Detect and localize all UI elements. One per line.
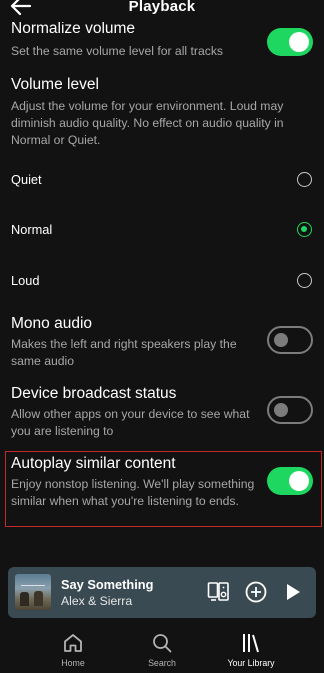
volume-level-description: Adjust the volume for your environment. … xyxy=(11,99,284,147)
nav-search[interactable]: Search xyxy=(117,624,207,673)
autoplay-description: Enjoy nonstop listening. We'll play some… xyxy=(11,477,255,508)
autoplay-title: Autoplay similar content xyxy=(11,455,176,472)
top-bar: Playback xyxy=(0,0,324,22)
nav-home-label: Home xyxy=(61,658,85,668)
volume-option-loud-label: Loud xyxy=(11,273,40,288)
normalize-volume-title: Normalize volume xyxy=(11,20,136,37)
connect-device-icon[interactable] xyxy=(207,580,231,609)
library-icon xyxy=(243,634,259,653)
home-icon xyxy=(64,634,82,652)
volume-option-loud-radio[interactable] xyxy=(297,273,312,288)
volume-option-quiet-label: Quiet xyxy=(11,172,42,187)
nav-your-library-label: Your Library xyxy=(227,658,275,668)
volume-option-normal-radio[interactable] xyxy=(297,222,312,237)
toggle-knob xyxy=(274,333,288,347)
search-icon xyxy=(153,634,172,653)
mono-audio-title: Mono audio xyxy=(11,315,93,332)
now-playing-title: Say Something xyxy=(61,577,154,592)
device-broadcast-toggle[interactable] xyxy=(267,396,313,424)
device-broadcast-title: Device broadcast status xyxy=(11,385,177,402)
toggle-knob xyxy=(289,471,309,491)
volume-option-quiet-radio[interactable] xyxy=(297,172,312,187)
normalize-volume-toggle[interactable] xyxy=(267,28,313,56)
toggle-knob xyxy=(289,32,309,52)
album-art[interactable] xyxy=(15,574,51,610)
page-title: Playback xyxy=(128,0,196,15)
add-to-library-icon[interactable] xyxy=(244,580,268,609)
volume-level-title: Volume level xyxy=(11,76,99,93)
bottom-nav: Home Search Your Library xyxy=(0,624,324,673)
nav-search-label: Search xyxy=(148,658,176,668)
device-broadcast-description: Allow other apps on your device to see w… xyxy=(11,407,250,438)
play-icon[interactable] xyxy=(283,581,303,608)
normalize-volume-description: Set the same volume level for all tracks xyxy=(11,44,224,58)
nav-home[interactable]: Home xyxy=(28,624,118,673)
nav-your-library[interactable]: Your Library xyxy=(206,624,296,673)
mini-player[interactable]: Say Something Alex & Sierra xyxy=(8,567,316,618)
mono-audio-description: Makes the left and right speakers play t… xyxy=(11,337,237,368)
now-playing-artist: Alex & Sierra xyxy=(61,594,133,608)
autoplay-toggle[interactable] xyxy=(267,467,313,495)
toggle-knob xyxy=(274,403,288,417)
mono-audio-toggle[interactable] xyxy=(267,326,313,354)
volume-option-normal-label: Normal xyxy=(11,222,53,237)
